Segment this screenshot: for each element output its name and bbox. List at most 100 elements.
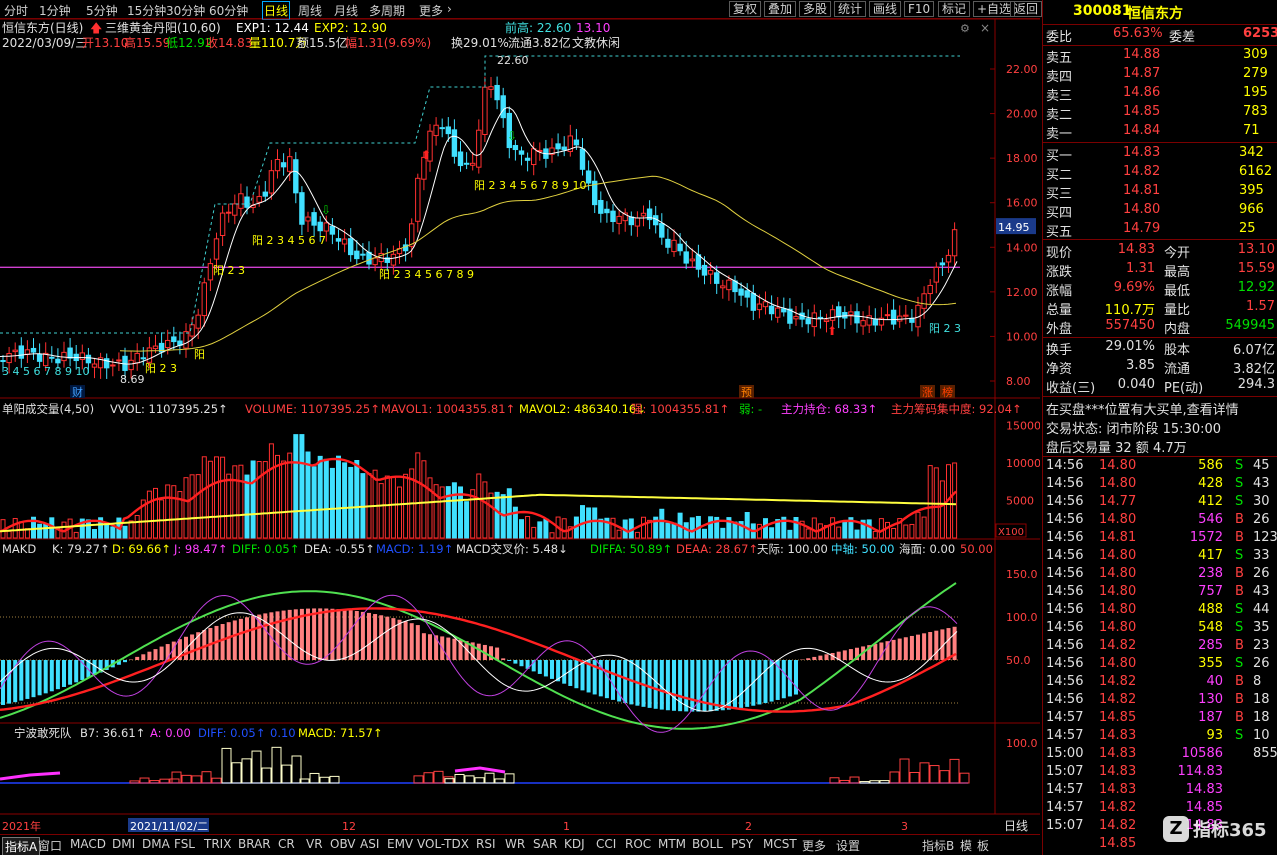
indicator-tab-13[interactable]: VOL-TDX — [415, 837, 471, 851]
indicator-tab-20[interactable]: MTM — [656, 837, 688, 851]
close-icon[interactable]: × — [980, 21, 990, 35]
period-tab-0[interactable]: 分时 — [4, 2, 28, 19]
tick-time: 14:56 — [1046, 584, 1084, 599]
indicator-tab-9[interactable]: VR — [304, 837, 325, 851]
makd-bar — [68, 660, 73, 685]
tick-direction: S — [1235, 728, 1244, 743]
divider — [1043, 142, 1277, 143]
indicator-tab-28[interactable]: 板 — [975, 837, 991, 854]
more-chevron-icon[interactable]: › — [447, 2, 452, 16]
indicator-tab-22[interactable]: PSY — [729, 837, 755, 851]
indicator-tab-25[interactable]: 设置 — [834, 837, 862, 854]
bid-label: 买五 — [1046, 225, 1073, 240]
ask-price: 14.88 — [1123, 47, 1161, 62]
indicator-tab-24[interactable]: 更多 — [800, 837, 828, 854]
volume-legend-item: VVOL: 1107395.25↑ — [110, 402, 228, 416]
indicator-tab-7[interactable]: BRAR — [236, 837, 273, 851]
nb-legend-item: B7: 36.61↑ — [80, 726, 145, 740]
volume-bar — [476, 473, 482, 539]
indicator-tab-23[interactable]: MCST — [761, 837, 799, 851]
indicator-tab-6[interactable]: TRIX — [202, 837, 233, 851]
period-tab-10[interactable]: 更多 — [419, 2, 443, 19]
toolbar-button-8[interactable]: 返回 — [1010, 1, 1043, 17]
period-tab-6[interactable]: 日线 — [262, 1, 291, 20]
makd-bar — [336, 609, 341, 660]
stat-label: 涨幅 — [1046, 284, 1073, 299]
indicator-tab-8[interactable]: CR — [276, 837, 297, 851]
period-tab-3[interactable]: 15分钟 — [127, 2, 166, 19]
candle-body — [335, 238, 342, 242]
indicator-tab-19[interactable]: ROC — [623, 837, 653, 851]
settings-gear-icon[interactable]: ⚙ — [960, 22, 970, 35]
volume-bar — [384, 475, 390, 539]
indicator-tab-15[interactable]: WR — [503, 837, 527, 851]
indicator-tab-17[interactable]: KDJ — [562, 837, 587, 851]
indicator-tab-10[interactable]: OBV — [328, 837, 358, 851]
indicator-tab-3[interactable]: DMI — [110, 837, 137, 851]
candle-body — [585, 170, 592, 184]
nb-bar — [319, 776, 330, 784]
toolbar-button-4[interactable]: 画线 — [869, 1, 902, 17]
candle-body — [640, 212, 647, 217]
stat-value: 3.85 — [1126, 358, 1155, 373]
period-tab-7[interactable]: 周线 — [298, 2, 322, 19]
volume-bar — [43, 523, 49, 539]
volume-bar — [891, 527, 897, 539]
volume-bar — [805, 528, 811, 539]
event-marker[interactable]: 预 — [741, 386, 752, 399]
candle-body — [933, 266, 939, 283]
makd-legend-item: 天际: 100.00 — [757, 542, 828, 556]
stat-label: 今开 — [1164, 246, 1191, 261]
candle-body — [67, 347, 73, 359]
toolbar-button-6[interactable]: 标记 — [938, 1, 971, 17]
indicator-tab-18[interactable]: CCI — [594, 837, 618, 851]
period-tab-1[interactable]: 1分钟 — [39, 2, 71, 19]
indicator-tab-27[interactable]: 模 — [958, 837, 974, 854]
period-tab-5[interactable]: 60分钟 — [209, 2, 248, 19]
bid-volume: 395 — [1239, 183, 1264, 198]
indicator-tab-16[interactable]: SAR — [531, 837, 559, 851]
event-marker[interactable]: 财 — [72, 385, 83, 399]
makd-bar — [275, 611, 280, 660]
toolbar-button-3[interactable]: 统计 — [834, 1, 867, 17]
period-tab-2[interactable]: 5分钟 — [86, 2, 118, 19]
indicator-tab-4[interactable]: DMA — [140, 837, 172, 851]
toolbar-button-0[interactable]: 复权 — [729, 1, 762, 17]
ask-label: 卖一 — [1046, 127, 1073, 142]
toolbar-button-2[interactable]: 多股 — [799, 1, 832, 17]
indicator-tab-14[interactable]: RSI — [474, 837, 498, 851]
toolbar-button-1[interactable]: 叠加 — [764, 1, 797, 17]
toolbar-button-7[interactable]: +自选 — [973, 1, 1016, 17]
period-tab-8[interactable]: 月线 — [334, 2, 358, 19]
indicator-tab-5[interactable]: FSL — [172, 837, 197, 851]
indicator-tab-1[interactable]: 窗口 — [36, 837, 64, 854]
makd-bar — [665, 660, 670, 711]
indicator-tab-11[interactable]: ASI — [358, 837, 381, 851]
indicator-tab-21[interactable]: BOLL — [690, 837, 725, 851]
tick-direction: B — [1235, 530, 1244, 545]
tick-time: 14:57 — [1046, 728, 1084, 743]
indicator-tab-12[interactable]: EMV — [385, 837, 415, 851]
volume-bar — [665, 522, 671, 539]
period-tab-9[interactable]: 多周期 — [369, 2, 405, 19]
nb-bar — [413, 775, 424, 784]
event-marker[interactable]: 涨 — [922, 386, 933, 399]
toolbar-button-5[interactable]: F10 — [904, 1, 935, 17]
chart-area[interactable]: 恒信东方(日线) 🡅 三维黄金丹阳(10,60) EXP1: 12.44 EXP2: 1… — [0, 18, 1041, 834]
period-tab-4[interactable]: 30分钟 — [166, 2, 205, 19]
bid-row: 买三 14.81 395 — [1043, 183, 1277, 202]
ask-label: 卖二 — [1046, 108, 1073, 123]
info-close: 收14.83 — [206, 36, 252, 50]
makd-legend-item: MACD交叉价: 5.48↓ — [456, 542, 568, 556]
tick-direction: B — [1235, 638, 1244, 653]
nb-bar — [221, 747, 232, 784]
indicator-tab-0[interactable]: 指标A — [2, 837, 41, 855]
makd-bar — [74, 660, 79, 683]
indicator-tab-2[interactable]: MACD — [68, 837, 108, 851]
candle-body — [512, 145, 519, 151]
kline-chart-svg[interactable]: 恒信东方(日线) 🡅 三维黄金丹阳(10,60) EXP1: 12.44 EXP2: 1… — [0, 18, 1041, 834]
indicator-tab-26[interactable]: 指标B — [920, 837, 956, 854]
event-marker[interactable]: 榜 — [942, 385, 953, 399]
candle-body — [829, 309, 836, 321]
makd-bar — [43, 660, 48, 694]
